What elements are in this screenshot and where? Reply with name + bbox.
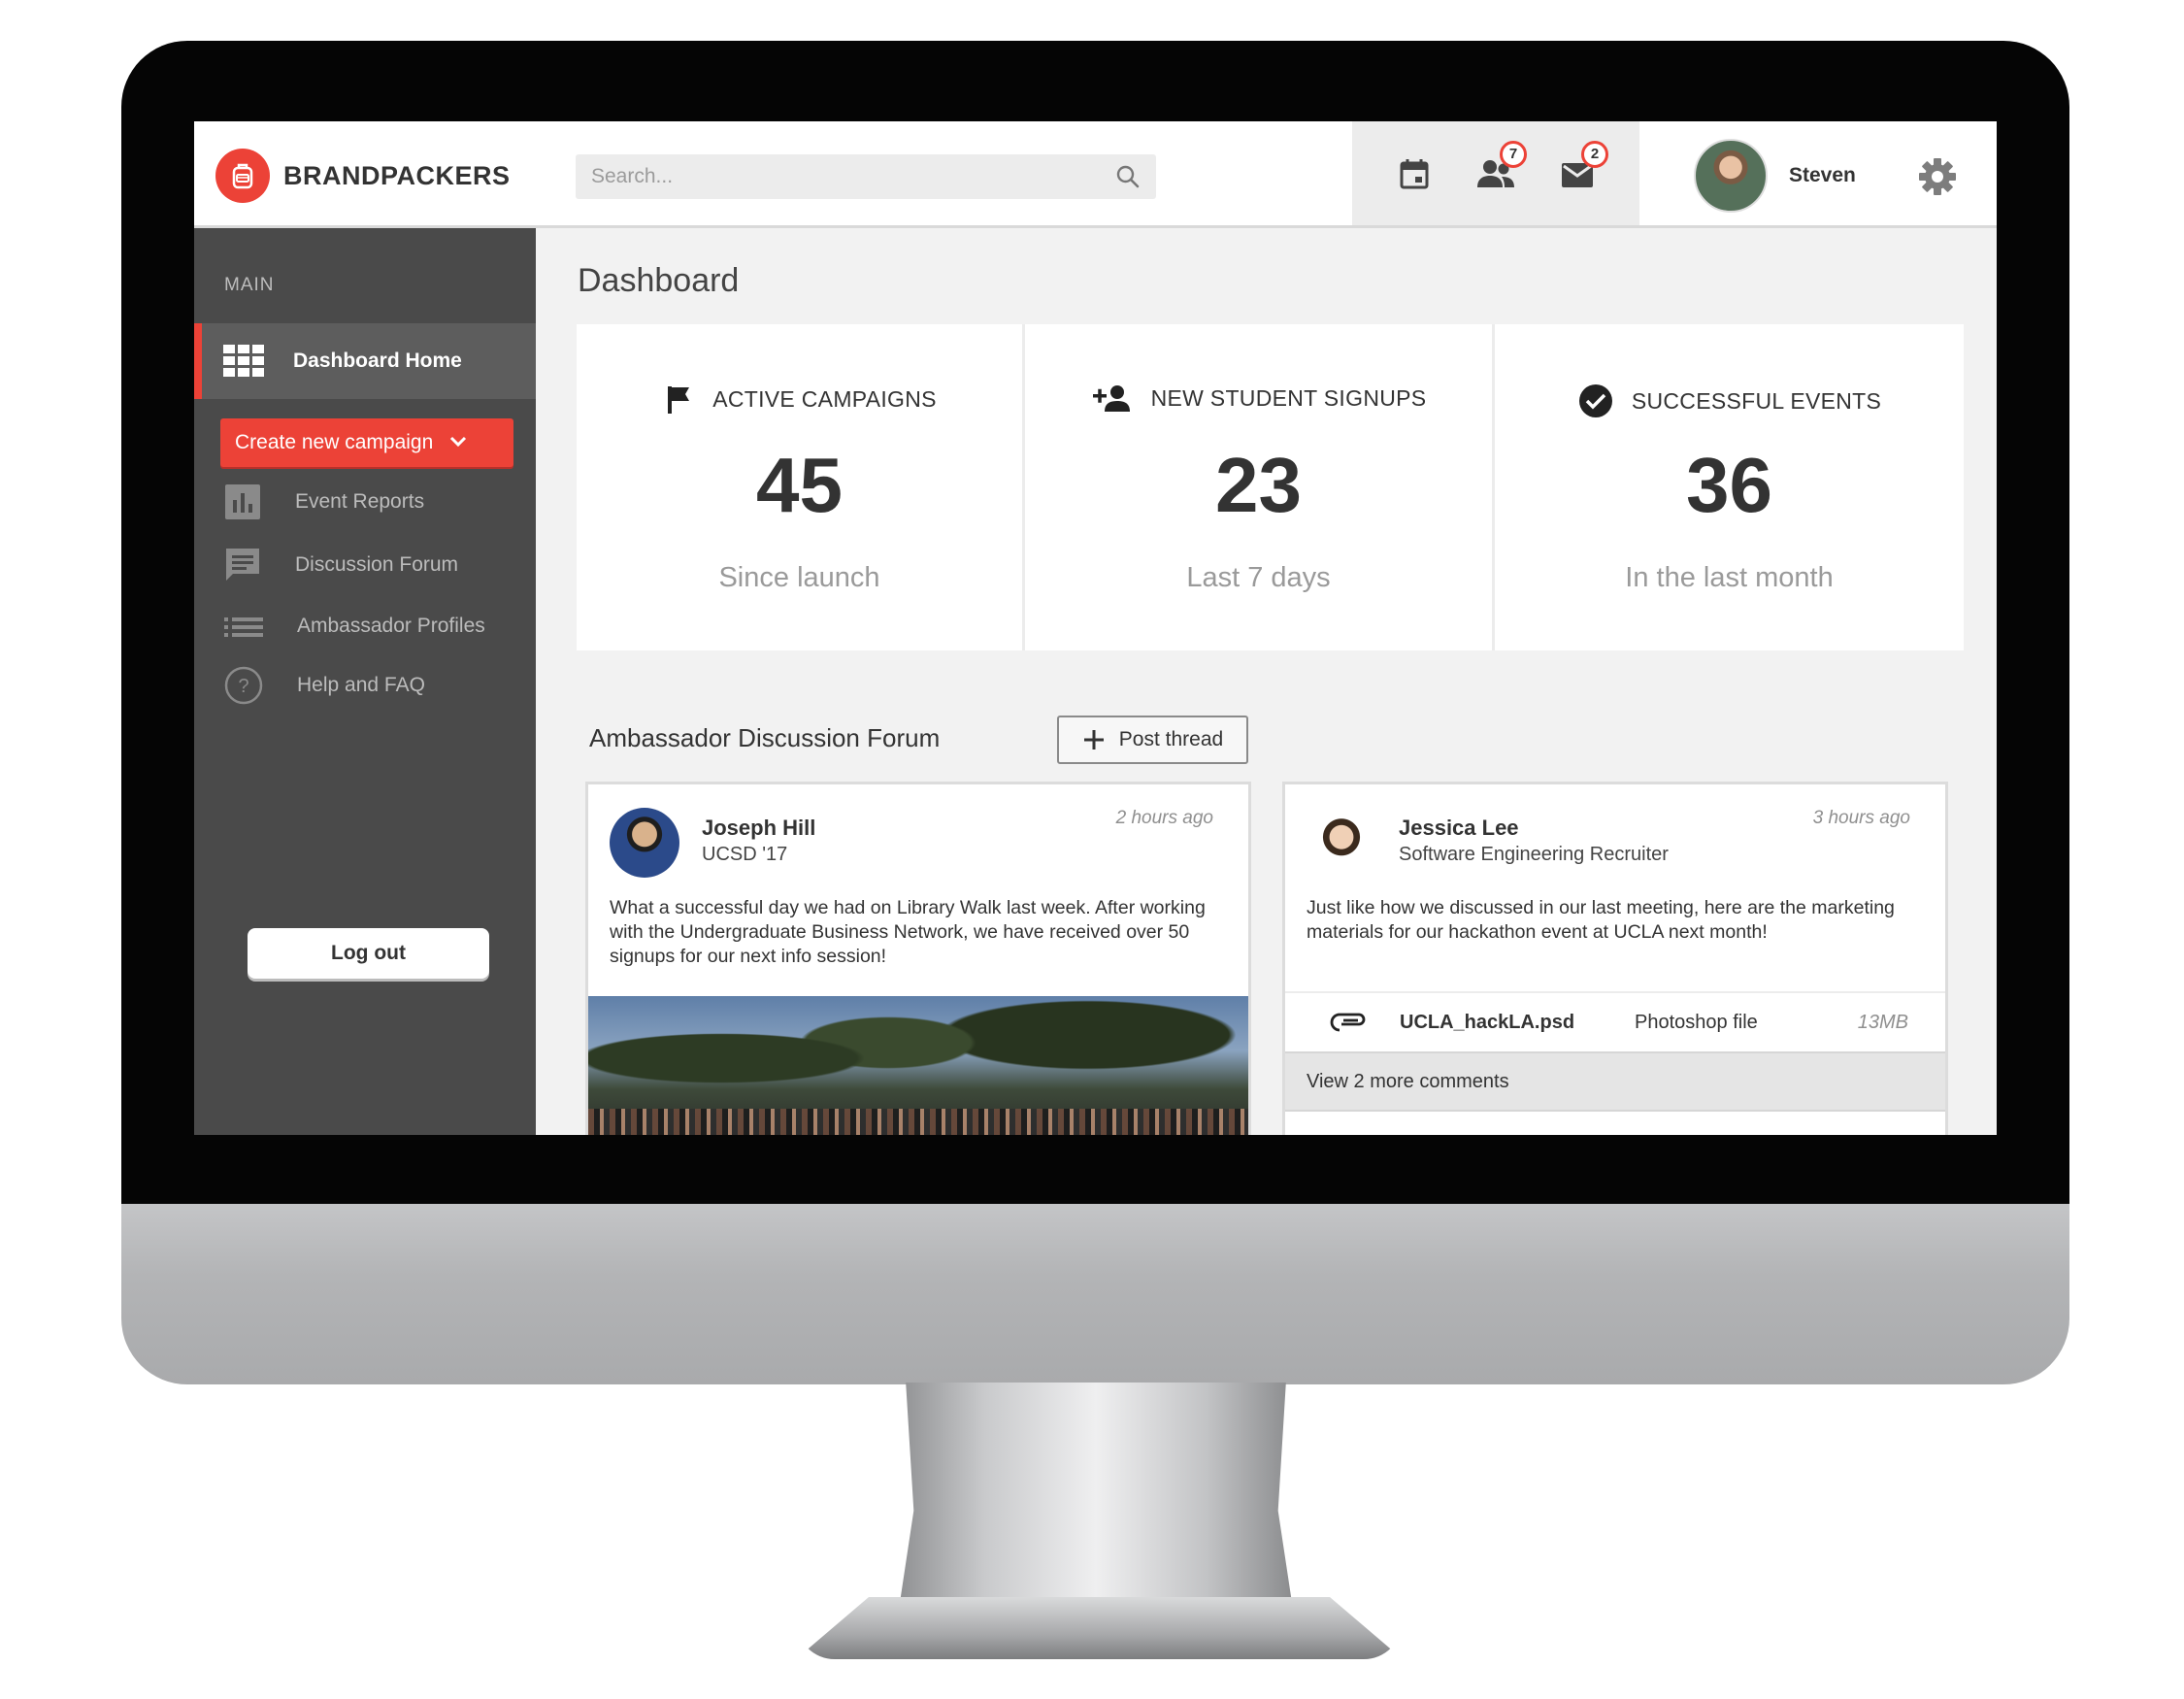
- user-name: Steven: [1789, 164, 1856, 186]
- messages-icon[interactable]: 2: [1554, 140, 1608, 197]
- avatar[interactable]: [610, 808, 679, 878]
- post-timestamp: 2 hours ago: [1115, 808, 1213, 828]
- brand-name: BRANDPACKERS: [283, 160, 511, 190]
- sidebar-item-label: Discussion Forum: [295, 553, 459, 576]
- sidebar-item-help-faq[interactable]: ? Help and FAQ: [223, 665, 425, 706]
- post-photo[interactable]: [588, 996, 1248, 1135]
- post-author-meta: UCSD '17: [702, 844, 788, 865]
- attachment-file-type: Photoshop file: [1635, 1011, 1758, 1033]
- monitor-stand-neck: [898, 1383, 1294, 1616]
- top-icon-group: 7 2: [1352, 121, 1639, 225]
- friend-requests-badge: 7: [1500, 140, 1527, 168]
- sidebar-item-label: Event Reports: [295, 490, 425, 513]
- sidebar: MAIN Dashboard Home Create new campaign: [194, 228, 536, 1135]
- post-attachment[interactable]: UCLA_hackLA.psd Photoshop file 13MB: [1285, 991, 1945, 1051]
- search-bar: [576, 154, 1156, 199]
- create-campaign-button[interactable]: Create new campaign: [220, 418, 513, 467]
- monitor-stand-foot: [796, 1597, 1403, 1659]
- flag-icon: [662, 383, 712, 416]
- app-screen: BRANDPACKERS Search... 7 2 Steven MAIN D…: [194, 121, 1997, 1135]
- attachment-file-name[interactable]: UCLA_hackLA.psd: [1400, 1012, 1574, 1034]
- chat-icon: [223, 546, 262, 584]
- stat-subtitle: In the last month: [1625, 562, 1834, 593]
- search-icon[interactable]: [1115, 164, 1141, 194]
- stat-value: 36: [1686, 442, 1772, 528]
- stat-value: 45: [756, 442, 843, 528]
- calendar-icon[interactable]: [1391, 150, 1438, 197]
- top-bar: BRANDPACKERS Search... 7 2 Steven: [194, 121, 1997, 228]
- stat-value: 23: [1215, 442, 1302, 528]
- post-author[interactable]: Joseph Hill: [702, 816, 815, 841]
- sidebar-item-dashboard-home[interactable]: Dashboard Home: [194, 323, 536, 399]
- post-photo-crowd: [588, 1109, 1248, 1135]
- logout-button[interactable]: Log out: [248, 928, 489, 979]
- stat-label: NEW STUDENT SIGNUPS: [1150, 384, 1427, 411]
- search-input[interactable]: [576, 155, 1090, 198]
- stat-header: SUCCESSFUL EVENTS: [1495, 383, 1964, 419]
- brand-logo[interactable]: BRANDPACKERS: [215, 149, 511, 203]
- list-icon: [223, 607, 264, 646]
- stat-header: NEW STUDENT SIGNUPS: [1025, 383, 1492, 414]
- sidebar-section-label: MAIN: [224, 275, 275, 295]
- plus-icon: [1082, 728, 1119, 751]
- post-author-meta: Software Engineering Recruiter: [1399, 844, 1669, 865]
- messages-badge: 2: [1581, 140, 1608, 168]
- grid-icon: [223, 345, 266, 378]
- monitor-chin: [121, 1204, 2069, 1384]
- stat-card-successful-events: SUCCESSFUL EVENTS 36 In the last month: [1492, 324, 1964, 650]
- forum-post[interactable]: Joseph Hill UCSD '17 2 hours ago What a …: [585, 782, 1251, 1135]
- post-thread-label: Post thread: [1118, 728, 1224, 750]
- sidebar-item-label: Ambassador Profiles: [297, 615, 485, 637]
- avatar[interactable]: [1307, 808, 1376, 878]
- stat-card-active-campaigns: ACTIVE CAMPAIGNS 45 Since launch: [577, 324, 1022, 650]
- sidebar-item-label: Dashboard Home: [293, 350, 462, 372]
- sidebar-item-ambassador-profiles[interactable]: Ambassador Profiles: [223, 607, 485, 646]
- post-thread-button[interactable]: Post thread: [1057, 716, 1248, 764]
- sidebar-item-event-reports[interactable]: Event Reports: [223, 483, 424, 521]
- post-body: Just like how we discussed in our last m…: [1307, 897, 1895, 943]
- sidebar-item-discussion-forum[interactable]: Discussion Forum: [223, 546, 458, 584]
- forum-title: Ambassador Discussion Forum: [589, 723, 941, 752]
- gear-icon[interactable]: [1917, 156, 1958, 202]
- stat-label: ACTIVE CAMPAIGNS: [712, 385, 937, 412]
- view-more-comments-link[interactable]: View 2 more comments: [1285, 1051, 1945, 1112]
- stat-subtitle: Last 7 days: [1186, 562, 1331, 593]
- add-person-icon: [1091, 383, 1151, 414]
- stat-label: SUCCESSFUL EVENTS: [1631, 387, 1882, 414]
- post-timestamp: 3 hours ago: [1812, 808, 1910, 828]
- post-author[interactable]: Jessica Lee: [1399, 816, 1519, 841]
- backpack-icon: [215, 149, 270, 203]
- bar-chart-icon: [223, 483, 262, 521]
- user-profile[interactable]: Steven: [1694, 139, 1856, 213]
- check-circle-icon: [1577, 383, 1632, 419]
- stat-header: ACTIVE CAMPAIGNS: [577, 383, 1022, 416]
- post-body: What a successful day we had on Library …: [610, 897, 1206, 967]
- stat-subtitle: Since launch: [718, 562, 880, 593]
- create-campaign-label: Create new campaign: [235, 431, 434, 453]
- paperclip-icon: [1330, 1012, 1369, 1033]
- svg-text:?: ?: [238, 676, 248, 697]
- chevron-down-icon: [448, 431, 468, 454]
- stats-panel: ACTIVE CAMPAIGNS 45 Since launch NEW STU…: [577, 324, 1964, 650]
- page-title: Dashboard: [578, 262, 740, 299]
- help-icon: ?: [223, 665, 264, 706]
- friend-requests-icon[interactable]: 7: [1473, 140, 1527, 197]
- forum-post[interactable]: Jessica Lee Software Engineering Recruit…: [1282, 782, 1948, 1135]
- avatar[interactable]: [1694, 139, 1768, 213]
- stat-card-new-signups: NEW STUDENT SIGNUPS 23 Last 7 days: [1022, 324, 1492, 650]
- attachment-file-size: 13MB: [1857, 1011, 1908, 1033]
- sidebar-item-label: Help and FAQ: [297, 674, 425, 696]
